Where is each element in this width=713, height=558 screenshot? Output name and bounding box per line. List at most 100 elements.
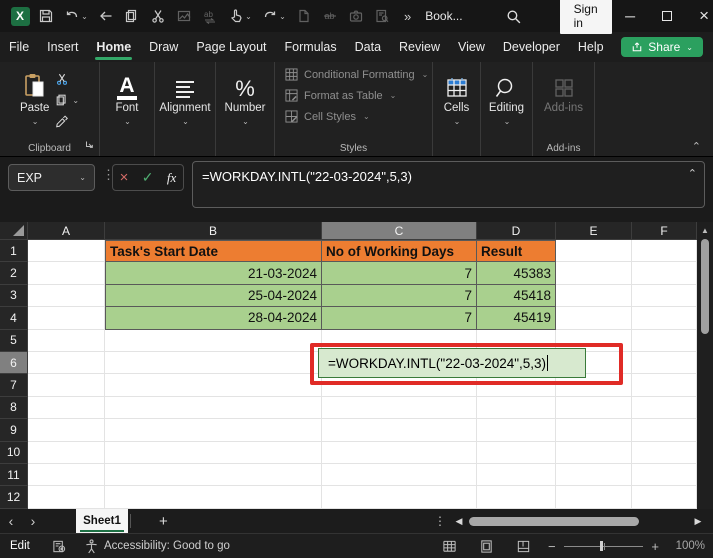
page-layout-view-icon[interactable] (479, 539, 494, 554)
tab-developer[interactable]: Developer (494, 32, 569, 62)
cell-F5[interactable] (632, 329, 697, 352)
redo-icon[interactable]: ⌄ (258, 4, 290, 28)
zoom-level[interactable]: 100% (676, 540, 705, 552)
cell-D10[interactable] (477, 441, 556, 464)
cell-A5[interactable] (28, 329, 105, 352)
cell-E11[interactable] (556, 463, 632, 487)
commit-entry-icon[interactable]: ✓ (142, 169, 154, 186)
cells-button[interactable]: Cells ⌄ (444, 70, 469, 126)
cell-F3[interactable] (632, 284, 697, 308)
cell-A9[interactable] (28, 419, 105, 442)
cell-B5[interactable] (105, 329, 322, 352)
row-header-5[interactable]: 5 (0, 329, 28, 352)
cell-B10[interactable] (105, 441, 322, 464)
cell-F10[interactable] (632, 441, 697, 464)
cell-A6[interactable] (28, 351, 105, 375)
tab-home[interactable]: Home (87, 32, 140, 62)
tab-review[interactable]: Review (390, 32, 449, 62)
cell-C8[interactable] (322, 396, 477, 420)
insert-function-icon[interactable]: fx (167, 170, 176, 186)
maximize-button[interactable] (649, 0, 686, 32)
cell-E3[interactable] (556, 284, 632, 308)
tab-page-layout[interactable]: Page Layout (187, 32, 275, 62)
undo-icon[interactable]: ⌄ (60, 4, 92, 28)
search-icon[interactable] (505, 4, 522, 28)
row-header-2[interactable]: 2 (0, 262, 28, 285)
cell-F9[interactable] (632, 419, 697, 442)
number-button[interactable]: % Number ⌄ (225, 70, 266, 127)
close-button[interactable]: × (686, 0, 713, 32)
cell-B3[interactable]: 25-04-2024 (105, 284, 322, 308)
cell-F6[interactable] (632, 351, 697, 375)
cell-C11[interactable] (322, 463, 477, 487)
cell-D11[interactable] (477, 463, 556, 487)
cell-D1[interactable]: Result (477, 240, 556, 263)
cell-F11[interactable] (632, 463, 697, 487)
scroll-right-icon[interactable]: ▶ (691, 516, 705, 527)
row-header-6[interactable]: 6 (0, 351, 28, 375)
format-as-table-button[interactable]: Format as Table ⌄ (285, 89, 432, 102)
cut-icon[interactable] (146, 4, 170, 28)
formula-bar-collapse-icon[interactable]: ⌃ (688, 167, 697, 180)
sheet-tab-sheet1[interactable]: Sheet1 (76, 509, 128, 533)
row-header-8[interactable]: 8 (0, 396, 28, 420)
normal-view-icon[interactable] (442, 539, 457, 554)
tab-help[interactable]: Help (569, 32, 613, 62)
cell-A3[interactable] (28, 284, 105, 308)
tab-bar-dots-icon[interactable]: ⋮ (434, 514, 446, 528)
clipboard-dialog-launcher-icon[interactable] (84, 136, 94, 154)
tab-draw[interactable]: Draw (140, 32, 187, 62)
column-header-C[interactable]: C (322, 222, 477, 240)
paste-button[interactable]: Paste ⌄ (20, 70, 49, 128)
row-header-4[interactable]: 4 (0, 307, 28, 330)
cell-styles-button[interactable]: Cell Styles ⌄ (285, 110, 432, 123)
tab-file[interactable]: File (0, 32, 38, 62)
column-header-F[interactable]: F (632, 222, 697, 240)
cell-F4[interactable] (632, 307, 697, 330)
row-header-9[interactable]: 9 (0, 419, 28, 442)
column-header-A[interactable]: A (28, 222, 105, 240)
cell-F2[interactable] (632, 262, 697, 285)
cell-E10[interactable] (556, 441, 632, 464)
cell-A1[interactable] (28, 240, 105, 263)
cell-A12[interactable] (28, 486, 105, 509)
vertical-scrollbar[interactable]: ▲ (697, 222, 713, 509)
cell-B7[interactable] (105, 374, 322, 397)
formula-input[interactable]: =WORKDAY.INTL("22-03-2024",5,3) (192, 161, 705, 208)
copy-button[interactable]: ⌄ (55, 93, 79, 107)
vertical-scroll-thumb[interactable] (701, 239, 709, 334)
cell-F7[interactable] (632, 374, 697, 397)
row-header-10[interactable]: 10 (0, 441, 28, 464)
macro-record-icon[interactable] (52, 539, 67, 554)
row-header-11[interactable]: 11 (0, 463, 28, 487)
tab-data[interactable]: Data (346, 32, 390, 62)
tab-insert[interactable]: Insert (38, 32, 87, 62)
cell-C12[interactable] (322, 486, 477, 509)
format-painter-button[interactable] (55, 114, 79, 128)
cell-C3[interactable]: 7 (322, 284, 477, 308)
cell-edit-box[interactable]: =WORKDAY.INTL("22-03-2024",5,3) (318, 348, 586, 378)
cell-E9[interactable] (556, 419, 632, 442)
editing-button[interactable]: Editing ⌄ (489, 70, 524, 126)
tab-view[interactable]: View (449, 32, 494, 62)
row-header-3[interactable]: 3 (0, 284, 28, 308)
horizontal-scroll-thumb[interactable] (469, 516, 639, 526)
zoom-slider[interactable] (563, 541, 644, 551)
back-arrow-icon[interactable] (94, 4, 118, 28)
cell-B11[interactable] (105, 463, 322, 487)
cell-D2[interactable]: 45383 (477, 262, 556, 285)
column-header-D[interactable]: D (477, 222, 556, 240)
cell-B6[interactable] (105, 351, 322, 375)
share-button[interactable]: Share ⌄ (621, 37, 703, 57)
copy-icon[interactable] (120, 4, 144, 28)
cell-E4[interactable] (556, 307, 632, 330)
collapse-ribbon-icon[interactable]: ⌃ (692, 140, 701, 153)
zoom-in-icon[interactable]: + (643, 539, 667, 554)
alignment-button[interactable]: Alignment ⌄ (159, 70, 211, 126)
zoom-out-icon[interactable]: − (540, 539, 564, 554)
excel-logo-icon[interactable]: X (8, 4, 32, 28)
cell-E8[interactable] (556, 396, 632, 420)
cell-C1[interactable]: No of Working Days (322, 240, 477, 263)
cell-A8[interactable] (28, 396, 105, 420)
cell-B1[interactable]: Task's Start Date (105, 240, 322, 263)
